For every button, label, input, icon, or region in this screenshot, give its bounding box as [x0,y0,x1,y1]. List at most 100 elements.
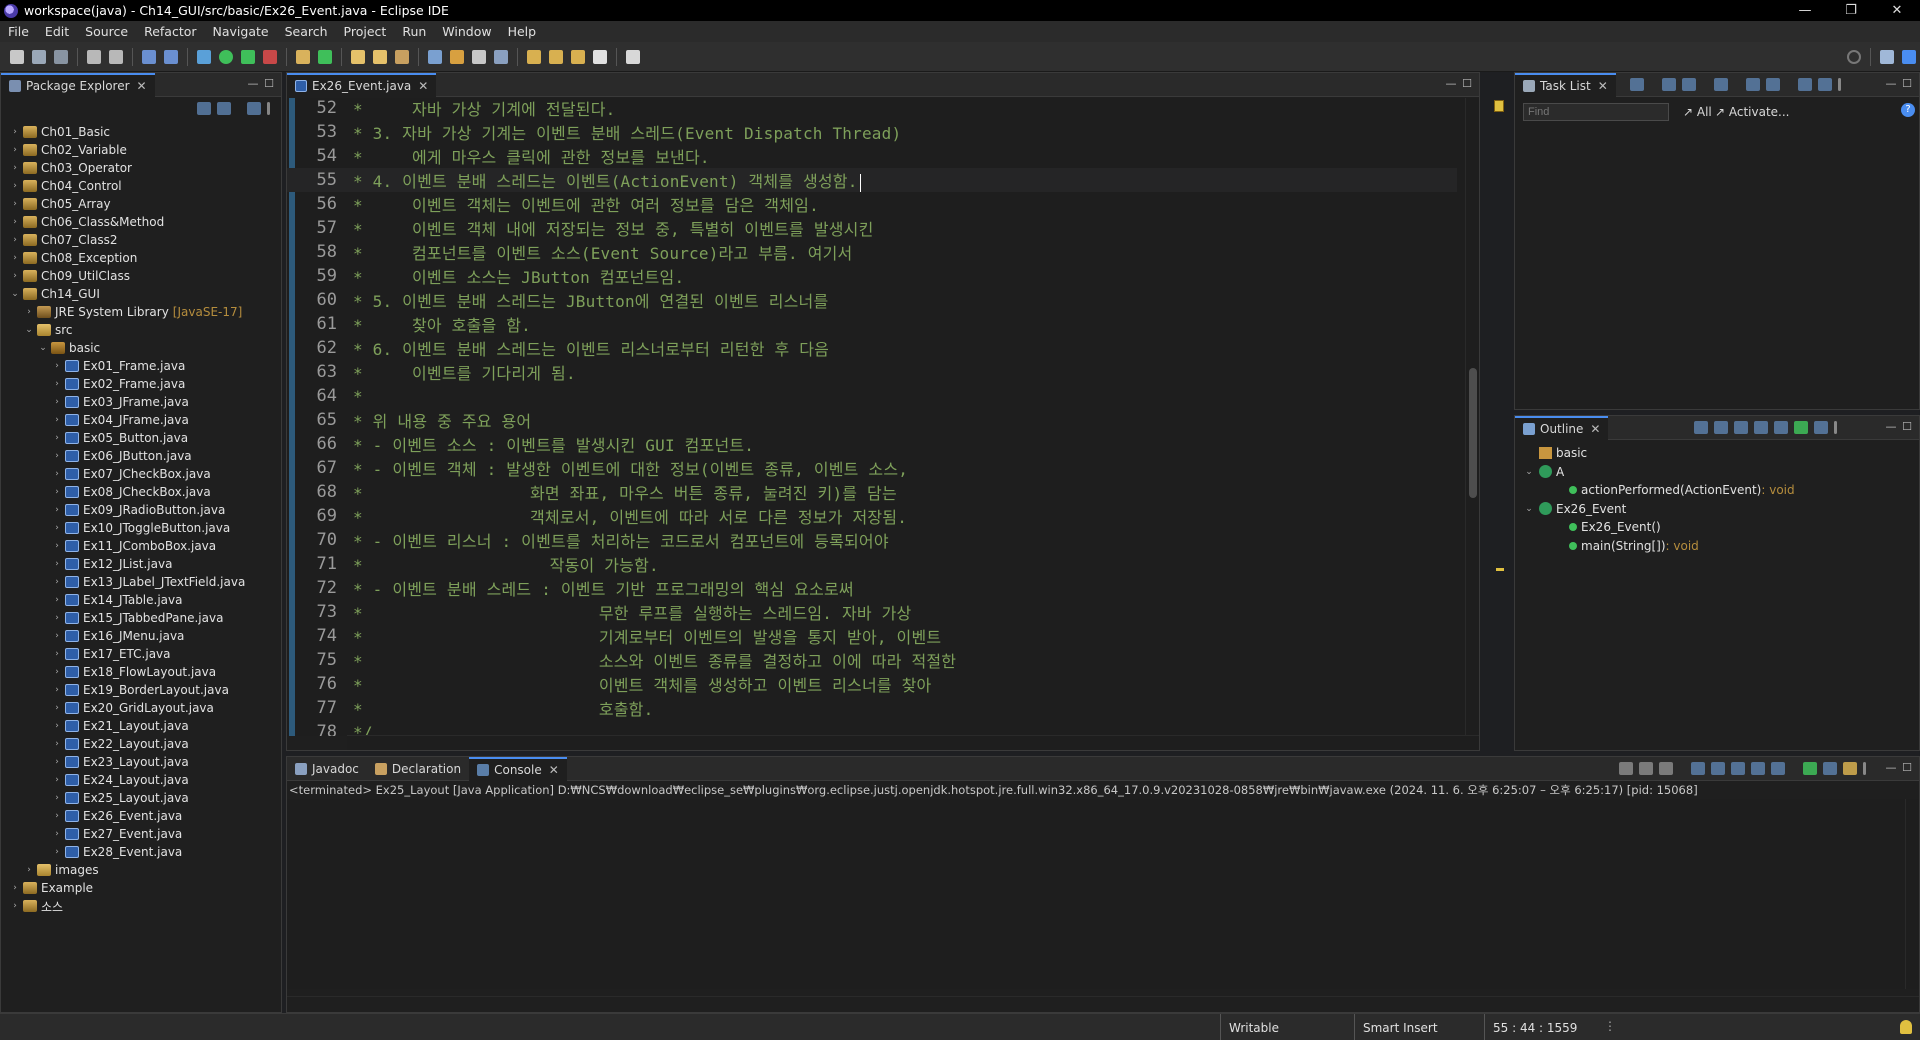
code-line[interactable]: 71 * 작동이 가능함. [287,552,1457,576]
collapsed-arrow-icon[interactable]: › [51,775,63,785]
collapsed-arrow-icon[interactable]: › [51,811,63,821]
hide-completed-icon[interactable] [1714,78,1728,91]
code-line[interactable]: 59 * 이벤트 소스는 JButton 컴포넌트임. [287,264,1457,288]
view-menu-icon[interactable] [267,102,270,115]
editor-horizontal-scrollbar[interactable] [347,735,1479,750]
help-icon[interactable]: ? [1901,103,1915,117]
show-on-output-icon[interactable] [1751,762,1765,775]
collapsed-arrow-icon[interactable]: › [51,505,63,515]
focus-active-task-icon[interactable] [1694,421,1708,434]
collapsed-arrow-icon[interactable]: › [51,793,63,803]
code-line[interactable]: 77 * 호출함. [287,696,1457,720]
minimize-view-icon[interactable]: — [1883,77,1899,90]
tree-item[interactable]: › Ch05_Array [9,195,110,213]
tree-item[interactable]: › Ex21_Layout.java [51,717,189,735]
tree-item[interactable]: › 소스 [9,897,63,915]
minimize-view-icon[interactable]: — [1443,77,1459,90]
forward-icon[interactable] [593,49,607,64]
console-output[interactable] [287,799,1905,989]
code-line[interactable]: 69 * 객체로서, 이벤트에 따라 서로 다른 정보가 저장됨. [287,504,1457,528]
outline-item[interactable]: basic [1523,444,1587,462]
terminal-icon[interactable] [142,49,156,64]
activate-link[interactable]: ↗ Activate... [1715,105,1790,119]
minimize-view-icon[interactable]: — [1883,761,1899,774]
tree-item[interactable]: › Ex02_Frame.java [51,375,185,393]
tree-item[interactable]: › Ex03_JFrame.java [51,393,189,411]
tree-item[interactable]: › Ex12_JList.java [51,555,172,573]
tree-item[interactable]: › Ch07_Class2 [9,231,117,249]
close-window-button[interactable]: ✕ [1874,3,1920,18]
tree-item[interactable]: › Ch03_Operator [9,159,132,177]
java-perspective-icon[interactable] [1902,49,1916,64]
tree-item[interactable]: › Ch08_Exception [9,249,137,267]
tree-item[interactable]: › images [23,861,98,879]
view-menu-icon[interactable] [1838,78,1841,91]
maximize-view-icon[interactable]: ☐ [261,77,277,90]
collapsed-arrow-icon[interactable]: › [51,847,63,857]
collapse-all-icon[interactable] [197,102,211,115]
collapsed-arrow-icon[interactable]: › [9,163,21,173]
save-icon[interactable] [32,49,46,64]
scroll-lock-icon[interactable] [1711,762,1725,775]
code-line[interactable]: 75 * 소스와 이벤트 종류를 결정하고 이에 따라 적절한 [287,648,1457,672]
tree-item[interactable]: ⌄ basic [37,339,100,357]
collapsed-arrow-icon[interactable]: › [51,559,63,569]
tree-item[interactable]: › Ex28_Event.java [51,843,182,861]
outline-item[interactable]: main(String[]) : void [1553,537,1699,555]
outline-item[interactable]: ⌄ Ex26_Event [1523,500,1626,518]
show-on-error-icon[interactable] [1771,762,1785,775]
tree-item[interactable]: › Ch06_Class&Method [9,213,164,231]
hide-non-public-icon[interactable] [1794,421,1808,434]
code-line[interactable]: 54 * 에게 마우스 클릭에 관한 정보를 보낸다. [287,144,1457,168]
collapsed-arrow-icon[interactable]: › [51,721,63,731]
tree-item[interactable]: › JRE System Library [JavaSE-17] [23,303,242,321]
tab-package-explorer[interactable]: Package Explorer ✕ [1,72,155,97]
collapsed-arrow-icon[interactable]: › [51,379,63,389]
menu-help[interactable]: Help [500,24,545,39]
menu-project[interactable]: Project [336,24,395,39]
collapsed-arrow-icon[interactable]: › [9,199,21,209]
code-line[interactable]: 55 * 4. 이벤트 분배 스레드는 이벤트(ActionEvent) 객체를 … [287,168,1457,192]
open-type-icon[interactable] [351,49,365,64]
tree-item[interactable]: › Ex01_Frame.java [51,357,185,375]
expanded-arrow-icon[interactable]: ⌄ [1523,467,1535,477]
tree-item[interactable]: › Ex07_JCheckBox.java [51,465,210,483]
expanded-arrow-icon[interactable]: ⌄ [1523,504,1535,514]
code-line[interactable]: 74 * 기계로부터 이벤트의 발생을 통지 받아, 이벤트 [287,624,1457,648]
code-line[interactable]: 58 * 컴포넌트를 이벤트 소스(Event Source)라고 부름. 여기서 [287,240,1457,264]
close-icon[interactable]: ✕ [418,79,428,93]
task-find-input[interactable] [1523,103,1669,121]
menu-refactor[interactable]: Refactor [136,24,204,39]
maximize-view-icon[interactable]: ☐ [1459,77,1475,90]
outline-item[interactable]: ⌄ A [1523,463,1564,481]
new-java-project-icon[interactable] [296,49,310,64]
close-icon[interactable]: ✕ [1598,79,1608,93]
tree-item[interactable]: › Ex25_Layout.java [51,789,189,807]
menu-navigate[interactable]: Navigate [205,24,277,39]
collapsed-arrow-icon[interactable]: › [23,307,35,317]
search-toolbar-icon[interactable] [395,49,409,64]
filters-icon[interactable] [247,102,261,115]
terminate-icon[interactable] [1619,762,1633,775]
new-task-icon[interactable] [1630,78,1644,91]
hide-local-types-icon[interactable] [1814,421,1828,434]
menu-edit[interactable]: Edit [37,24,77,39]
close-icon[interactable]: ✕ [1590,422,1600,436]
collapsed-arrow-icon[interactable]: › [51,433,63,443]
tree-item[interactable]: › Ex17_ETC.java [51,645,170,663]
status-menu-icon[interactable]: ⋮ [1604,1019,1616,1033]
tab-console[interactable]: Console ✕ [469,756,567,781]
tab-declaration[interactable]: Declaration [367,757,469,781]
collapsed-arrow-icon[interactable]: › [9,217,21,227]
tab-ex26-event[interactable]: Ex26_Event.java ✕ [287,72,437,97]
code-line[interactable]: 56 * 이벤트 객체는 이벤트에 관한 여러 정보를 담은 객체임. [287,192,1457,216]
collapsed-arrow-icon[interactable]: › [9,127,21,137]
new-icon[interactable] [10,49,24,64]
minimize-view-icon[interactable]: — [1883,420,1899,433]
collapsed-arrow-icon[interactable]: › [51,631,63,641]
collapsed-arrow-icon[interactable]: › [51,541,63,551]
tree-item[interactable]: › Ex27_Event.java [51,825,182,843]
collapsed-arrow-icon[interactable]: › [9,145,21,155]
tree-item[interactable]: › Ex18_FlowLayout.java [51,663,216,681]
search-icon[interactable] [1847,49,1861,64]
